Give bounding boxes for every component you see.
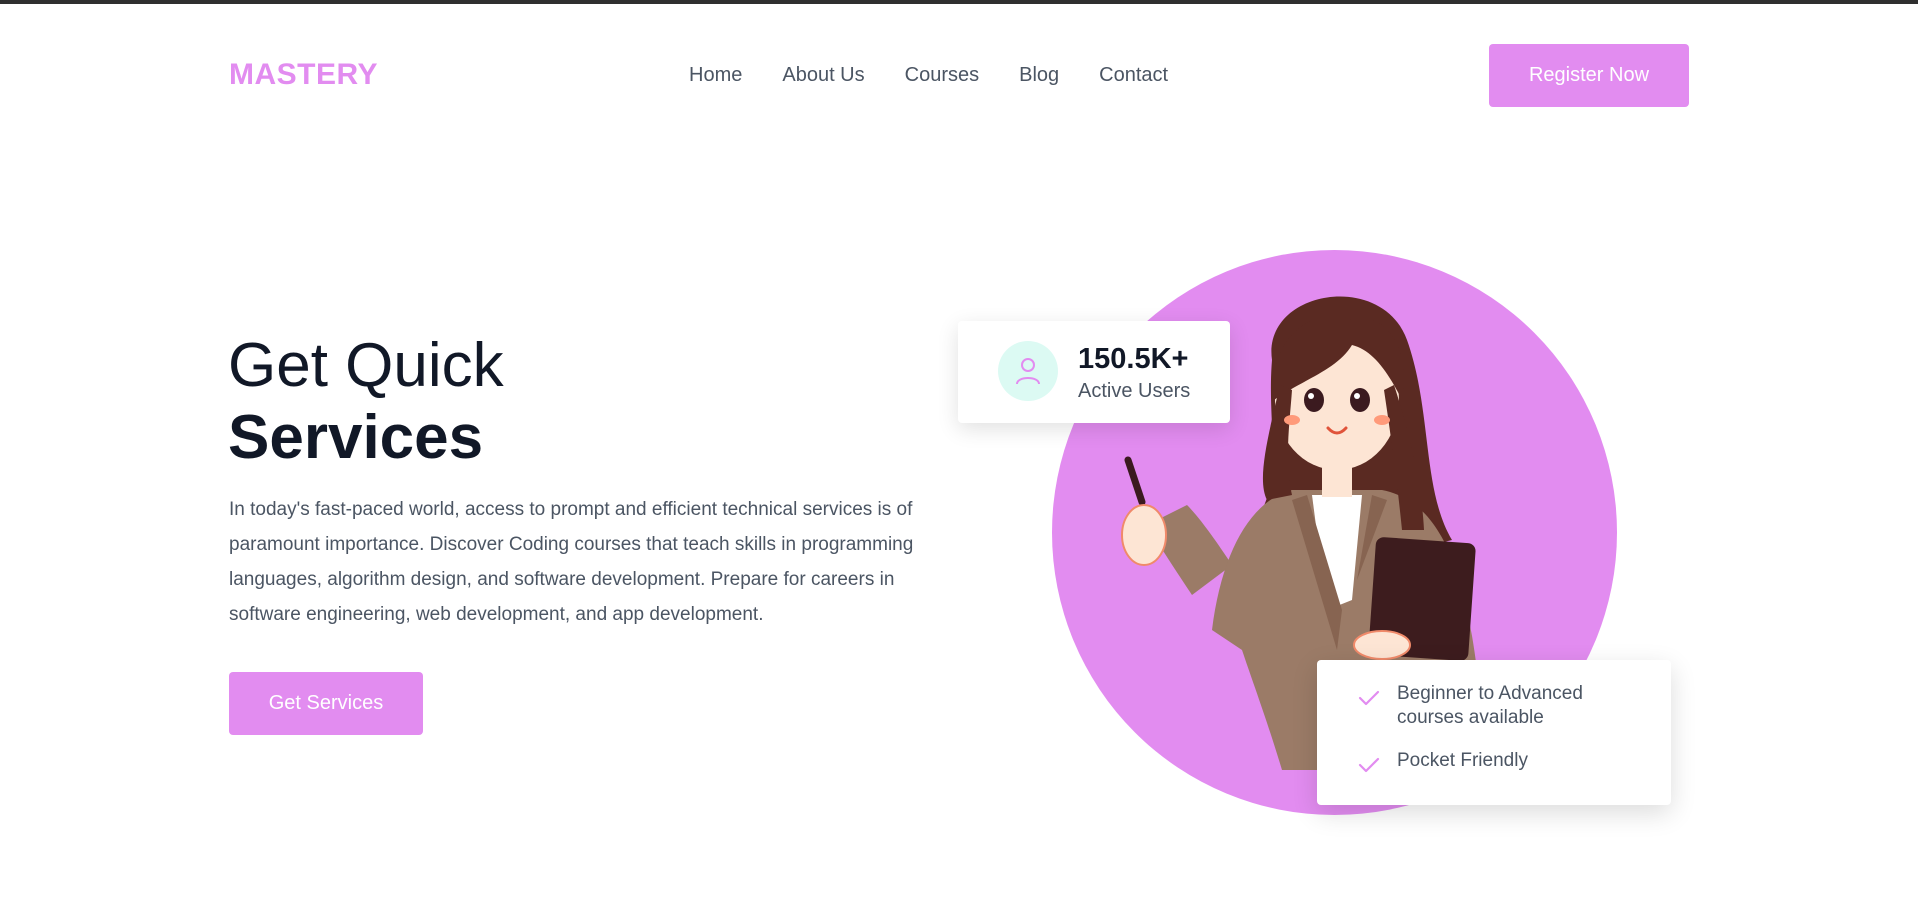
nav-courses[interactable]: Courses — [905, 64, 979, 87]
brand-logo[interactable]: MASTERY — [229, 58, 378, 92]
feature-item: Beginner to Advanced courses available — [1357, 682, 1647, 730]
nav-blog[interactable]: Blog — [1019, 64, 1059, 87]
check-icon — [1358, 690, 1380, 706]
active-users-count: 150.5K+ — [1078, 343, 1189, 375]
check-icon — [1358, 757, 1380, 773]
active-users-label: Active Users — [1078, 380, 1191, 402]
active-users-card: 150.5K+ Active Users — [958, 321, 1230, 423]
feature-item: Pocket Friendly — [1357, 749, 1647, 777]
main-nav: Home About Us Courses Blog Contact — [689, 64, 1168, 87]
hero-description: In today's fast-paced world, access to p… — [229, 499, 914, 625]
hero-title-line1: Get Quick — [228, 331, 504, 400]
nav-home[interactable]: Home — [689, 64, 742, 87]
pen-icon — [1124, 456, 1146, 506]
user-icon — [1016, 358, 1040, 385]
top-strip — [0, 0, 1918, 4]
feature-text: Beginner to Advanced courses available — [1397, 683, 1583, 728]
get-services-button[interactable]: Get Services — [229, 672, 423, 735]
nav-about-us[interactable]: About Us — [782, 64, 864, 87]
register-now-button[interactable]: Register Now — [1489, 44, 1689, 107]
features-card: Beginner to Advanced courses available P… — [1317, 660, 1671, 805]
hero-title-line2: Services — [228, 403, 484, 472]
user-icon-badge — [998, 341, 1058, 401]
hero-title: Get Quick Services — [228, 330, 504, 474]
feature-text: Pocket Friendly — [1397, 750, 1528, 771]
nav-contact[interactable]: Contact — [1099, 64, 1168, 87]
